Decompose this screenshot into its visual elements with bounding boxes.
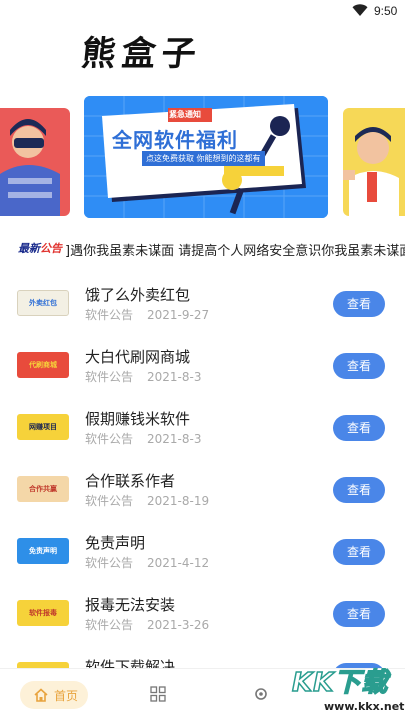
view-button[interactable]: 查看 xyxy=(333,353,385,379)
watermark-logo: KK下载 xyxy=(291,667,389,699)
list-item[interactable]: 合作共赢 合作联系作者 软件公告 2021-8-19 查看 xyxy=(0,456,405,518)
tab-home-label: 首页 xyxy=(54,689,79,703)
app-logo: 熊盒子 xyxy=(79,34,204,74)
notice-title: 免责声明 xyxy=(85,534,146,552)
banner-subline: 点这免费获取 你能想到的这都有 xyxy=(142,151,265,166)
banner-slide-main[interactable]: 紧急通知 全网软件福利 点这免费获取 你能想到的这都有 xyxy=(84,96,328,218)
notice-title: 报毒无法安装 xyxy=(85,596,176,614)
list-item[interactable]: 代刷商城 大白代刷网商城 软件公告 2021-8-3 查看 xyxy=(0,332,405,394)
view-button[interactable]: 查看 xyxy=(333,415,385,441)
notice-date: 2021-9-27 xyxy=(147,308,210,322)
announcement-marquee[interactable]: 最新公告 ]遇你我虽素未谋面 请提高个人网络安全意识你我虽素未谋面 相 xyxy=(16,236,405,260)
banner-illustration-man xyxy=(343,127,399,216)
notice-category: 软件公告 xyxy=(85,494,134,508)
notice-thumbnail: 软件报毒 xyxy=(17,600,69,626)
latest-notice-tag-prefix: 最新 xyxy=(18,242,40,255)
view-button[interactable]: 查看 xyxy=(333,539,385,565)
notice-meta: 软件公告 2021-4-12 xyxy=(85,554,209,571)
list-item[interactable]: 网赚项目 假期赚钱米软件 软件公告 2021-8-3 查看 xyxy=(0,394,405,456)
banner-illustration-person xyxy=(0,119,60,216)
view-button[interactable]: 查看 xyxy=(333,601,385,627)
notice-thumbnail-text: 网赚项目 xyxy=(29,423,57,431)
banner-badge: 紧急通知 xyxy=(169,110,201,119)
latest-notice-tag-suffix: 公告 xyxy=(40,242,62,255)
notice-title: 大白代刷网商城 xyxy=(85,348,191,366)
home-icon xyxy=(34,688,48,702)
banner-slide-prev[interactable] xyxy=(0,108,70,216)
notice-meta: 软件公告 2021-9-27 xyxy=(85,306,209,323)
banner-slide-next[interactable] xyxy=(343,108,405,216)
notice-category: 软件公告 xyxy=(85,556,134,570)
notice-meta: 软件公告 2021-8-3 xyxy=(85,368,201,385)
notice-date: 2021-3-26 xyxy=(147,618,210,632)
list-item[interactable]: 免责声明 免责声明 软件公告 2021-4-12 查看 xyxy=(0,518,405,580)
latest-notice-tag: 最新公告 xyxy=(18,240,62,256)
notice-thumbnail: 外卖红包 xyxy=(17,290,69,316)
notice-category: 软件公告 xyxy=(85,618,134,632)
notice-thumbnail: 网赚项目 xyxy=(17,414,69,440)
notice-category: 软件公告 xyxy=(85,432,134,446)
notice-category: 软件公告 xyxy=(85,370,134,384)
wifi-icon xyxy=(352,4,368,16)
banner-headline: 全网软件福利 xyxy=(112,128,238,152)
tab-home[interactable]: 首页 xyxy=(20,681,88,709)
compass-icon xyxy=(255,688,267,700)
notice-thumbnail: 合作共赢 xyxy=(17,476,69,502)
status-bar: 9:50 xyxy=(0,0,405,24)
notice-thumbnail-text: 代刷商城 xyxy=(29,361,57,369)
notice-date: 2021-8-19 xyxy=(147,494,210,508)
notice-date: 2021-8-3 xyxy=(147,370,202,384)
status-time: 9:50 xyxy=(374,4,398,18)
view-button[interactable]: 查看 xyxy=(333,291,385,317)
notice-meta: 软件公告 2021-3-26 xyxy=(85,616,209,633)
view-button[interactable]: 查看 xyxy=(333,477,385,503)
notice-date: 2021-4-12 xyxy=(147,556,210,570)
notice-thumbnail-text: 外卖红包 xyxy=(29,299,57,307)
tab-discover[interactable] xyxy=(254,686,268,705)
notice-thumbnail: 免责声明 xyxy=(17,538,69,564)
notice-thumbnail-text: 软件报毒 xyxy=(29,609,57,617)
grid-icon xyxy=(150,686,166,702)
list-item[interactable]: 软件报毒 报毒无法安装 软件公告 2021-3-26 查看 xyxy=(0,580,405,642)
notice-date: 2021-8-3 xyxy=(147,432,202,446)
watermark-url: www.kkx.net xyxy=(324,700,405,713)
notice-thumbnail: 代刷商城 xyxy=(17,352,69,378)
notice-thumbnail-text: 合作共赢 xyxy=(29,485,57,493)
notice-title: 合作联系作者 xyxy=(85,472,176,490)
notice-thumbnail-text: 免责声明 xyxy=(29,547,57,555)
notice-category: 软件公告 xyxy=(85,308,134,322)
notice-meta: 软件公告 2021-8-3 xyxy=(85,430,201,447)
site-watermark: KK下载 www.kkx.net xyxy=(290,660,405,719)
notice-title: 假期赚钱米软件 xyxy=(85,410,191,428)
notice-title: 饿了么外卖红包 xyxy=(85,286,191,304)
list-item[interactable]: 外卖红包 饿了么外卖红包 软件公告 2021-9-27 查看 xyxy=(0,270,405,332)
marquee-text: ]遇你我虽素未谋面 请提高个人网络安全意识你我虽素未谋面 相 xyxy=(65,244,405,259)
tab-category[interactable] xyxy=(150,686,166,706)
notice-meta: 软件公告 2021-8-19 xyxy=(85,492,209,509)
